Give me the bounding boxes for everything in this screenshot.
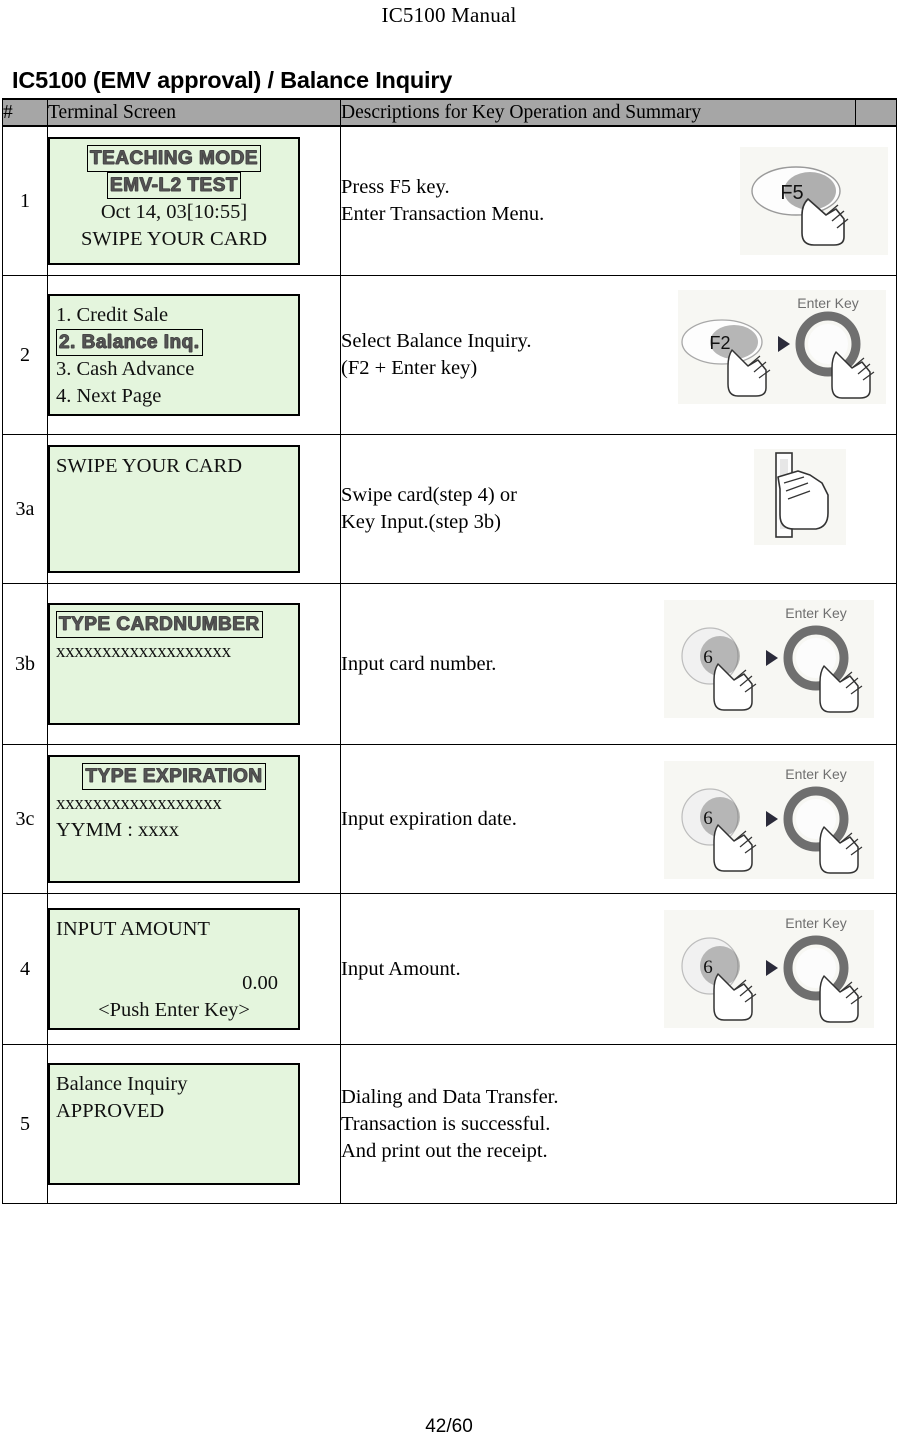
lcd-line-text: 2. Balance Inq. <box>59 332 200 354</box>
svg-text:F2: F2 <box>709 333 730 353</box>
column-header-descriptions: Descriptions for Key Operation and Summa… <box>340 98 856 127</box>
terminal-screen-cell: TYPE CARDNUMBER xxxxxxxxxxxxxxxxxxx <box>47 583 341 745</box>
table-row: 3a SWIPE YOUR CARD Swipe card(step 4) or… <box>2 434 897 584</box>
lcd-line-text: Oct 14, 03[10:55] <box>100 201 248 223</box>
page-title: IC5100 (EMV approval) / Balance Inquiry <box>12 67 453 93</box>
row-number: 2 <box>2 275 48 435</box>
lcd-line-text: SWIPE YOUR CARD <box>80 228 268 250</box>
enter-key-label: Enter Key <box>785 915 846 931</box>
description-cell: Swipe card(step 4) or Key Input.(step 3b… <box>340 434 897 584</box>
table-row: 2 1. Credit Sale 2. Balance Inq. 3. Cash… <box>2 275 897 435</box>
table-header-row: # Terminal Screen Descriptions for Key O… <box>2 98 897 127</box>
six-plus-enter-key-icon: Enter Key 6 <box>664 910 874 1028</box>
column-header-spacer <box>855 98 897 127</box>
svg-text:6: 6 <box>703 957 713 978</box>
terminal-screen-cell: INPUT AMOUNT 0.00 <Push Enter Key> <box>47 893 341 1045</box>
svg-text:F5: F5 <box>780 182 803 204</box>
hand-swipe-card-icon <box>754 449 846 545</box>
lcd-display: TEACHING MODE EMV-L2 TEST Oct 14, 03[10:… <box>48 137 300 265</box>
lcd-line-text: INPUT AMOUNT <box>56 918 210 940</box>
lcd-line-highlight: TYPE EXPIRATION <box>56 763 292 790</box>
row-number: 3b <box>2 583 48 745</box>
row-number: 3c <box>2 744 48 894</box>
svg-text:6: 6 <box>703 647 713 668</box>
terminal-screen-cell: 1. Credit Sale 2. Balance Inq. 3. Cash A… <box>47 275 341 435</box>
row-number: 5 <box>2 1044 48 1204</box>
lcd-line-text: 4. Next Page <box>56 385 162 407</box>
terminal-screen-cell: TEACHING MODE EMV-L2 TEST Oct 14, 03[10:… <box>47 125 341 276</box>
table-row: 3c TYPE EXPIRATION xxxxxxxxxxxxxxxxxx YY… <box>2 744 897 894</box>
description-text: Dialing and Data Transfer. Transaction i… <box>341 1085 559 1162</box>
six-plus-enter-key-icon: Enter Key 6 <box>664 600 874 718</box>
lcd-line-text: <Push Enter Key> <box>98 999 250 1021</box>
lcd-line-highlight: TYPE CARDNUMBER <box>56 611 292 638</box>
svg-text:6: 6 <box>703 808 713 829</box>
f2-plus-enter-key-icon: Enter Key F2 <box>678 290 886 404</box>
description-cell: Input card number. Enter Key 6 <box>340 583 897 745</box>
lcd-display: SWIPE YOUR CARD <box>48 445 300 573</box>
f5-key-press-icon: F5 <box>740 147 888 255</box>
page-number: 42/60 <box>425 1416 473 1437</box>
terminal-screen-cell: SWIPE YOUR CARD <box>47 434 341 584</box>
description-cell: Select Balance Inquiry. (F2 + Enter key)… <box>340 275 897 435</box>
lcd-line-text: 3. Cash Advance <box>56 358 195 380</box>
description-cell: Dialing and Data Transfer. Transaction i… <box>340 1044 897 1204</box>
lcd-status-text: APPROVED <box>56 1100 165 1122</box>
lcd-line-text: YYMM : xxxx <box>56 819 180 841</box>
row-number: 4 <box>2 893 48 1045</box>
description-cell: Input Amount. Enter Key 6 <box>340 893 897 1045</box>
lcd-line-text: TEACHING MODE <box>90 148 258 170</box>
terminal-screen-cell: Balance Inquiry APPROVED <box>47 1044 341 1204</box>
manual-page: IC5100 Manual IC5100 (EMV approval) / Ba… <box>0 0 898 1448</box>
lcd-line-highlight: EMV-L2 TEST <box>56 172 292 199</box>
lcd-line-text: 1. Credit Sale <box>56 304 169 326</box>
lcd-line-text: EMV-L2 TEST <box>110 175 238 197</box>
lcd-line-text: TYPE CARDNUMBER <box>59 614 260 636</box>
table-row: 5 Balance Inquiry APPROVED Dialing and D… <box>2 1044 897 1204</box>
enter-key-label: Enter Key <box>785 605 846 621</box>
lcd-display: TYPE CARDNUMBER xxxxxxxxxxxxxxxxxxx <box>48 603 300 725</box>
lcd-line-highlight: TEACHING MODE <box>56 145 292 172</box>
table-row: 4 INPUT AMOUNT 0.00 <Push Enter Key> Inp… <box>2 893 897 1045</box>
row-number: 1 <box>2 125 48 276</box>
column-header-number: # <box>2 98 48 127</box>
description-cell: Press F5 key. Enter Transaction Menu. F5 <box>340 125 897 276</box>
lcd-line-text: xxxxxxxxxxxxxxxxxxx <box>56 641 231 662</box>
table-row: 3b TYPE CARDNUMBER xxxxxxxxxxxxxxxxxxx I… <box>2 583 897 745</box>
table-row: 1 TEACHING MODE EMV-L2 TEST Oct 14, 03[1… <box>2 125 897 276</box>
lcd-line-text: TYPE EXPIRATION <box>85 766 263 788</box>
six-plus-enter-key-icon: Enter Key 6 <box>664 761 874 879</box>
terminal-screen-cell: TYPE EXPIRATION xxxxxxxxxxxxxxxxxx YYMM … <box>47 744 341 894</box>
lcd-display: Balance Inquiry APPROVED <box>48 1063 300 1185</box>
lcd-display: INPUT AMOUNT 0.00 <Push Enter Key> <box>48 908 300 1030</box>
enter-key-label: Enter Key <box>785 766 846 782</box>
lcd-display: 1. Credit Sale 2. Balance Inq. 3. Cash A… <box>48 294 300 416</box>
running-head: IC5100 Manual <box>381 3 517 27</box>
row-number: 3a <box>2 434 48 584</box>
procedure-table: # Terminal Screen Descriptions for Key O… <box>2 98 897 1204</box>
lcd-line-text: SWIPE YOUR CARD <box>56 455 243 477</box>
lcd-amount-value: 0.00 <box>242 972 278 994</box>
lcd-line-text: xxxxxxxxxxxxxxxxxx <box>56 793 222 814</box>
lcd-display: TYPE EXPIRATION xxxxxxxxxxxxxxxxxx YYMM … <box>48 755 300 883</box>
lcd-line-highlight: 2. Balance Inq. <box>56 329 292 356</box>
lcd-line-text: Balance Inquiry <box>56 1073 188 1095</box>
enter-key-label: Enter Key <box>797 295 858 311</box>
description-cell: Input expiration date. Enter Key 6 <box>340 744 897 894</box>
column-header-terminal-screen: Terminal Screen <box>47 98 341 127</box>
